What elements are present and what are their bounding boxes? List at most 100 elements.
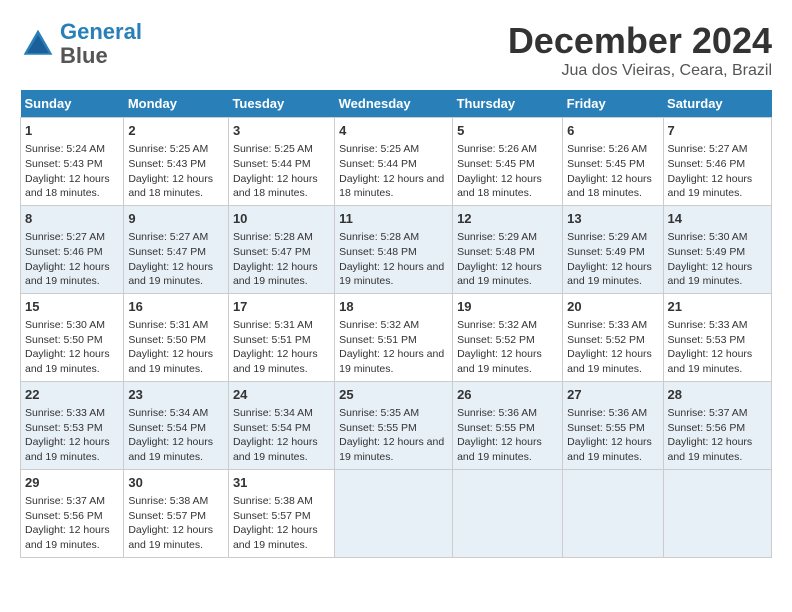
header: General Blue December 2024 Jua dos Vieir… <box>20 20 772 80</box>
sunrise-label: Sunrise: 5:31 AM <box>233 319 313 331</box>
day-number: 25 <box>339 386 448 404</box>
day-number: 23 <box>128 386 224 404</box>
calendar-cell: 29Sunrise: 5:37 AMSunset: 5:56 PMDayligh… <box>21 469 124 557</box>
day-number: 29 <box>25 474 119 492</box>
calendar-cell: 14Sunrise: 5:30 AMSunset: 5:49 PMDayligh… <box>663 205 771 293</box>
daylight-label: Daylight: 12 hours and 19 minutes. <box>128 261 213 288</box>
day-number: 24 <box>233 386 330 404</box>
sunset-label: Sunset: 5:54 PM <box>128 422 206 434</box>
day-number: 18 <box>339 298 448 316</box>
header-cell-sunday: Sunday <box>21 90 124 118</box>
header-cell-friday: Friday <box>563 90 663 118</box>
sunrise-label: Sunrise: 5:35 AM <box>339 407 419 419</box>
daylight-label: Daylight: 12 hours and 19 minutes. <box>567 261 652 288</box>
daylight-label: Daylight: 12 hours and 19 minutes. <box>339 348 444 375</box>
daylight-label: Daylight: 12 hours and 18 minutes. <box>25 173 110 200</box>
calendar-cell: 11Sunrise: 5:28 AMSunset: 5:48 PMDayligh… <box>335 205 453 293</box>
week-row-4: 22Sunrise: 5:33 AMSunset: 5:53 PMDayligh… <box>21 381 772 469</box>
daylight-label: Daylight: 12 hours and 19 minutes. <box>457 436 542 463</box>
header-cell-monday: Monday <box>124 90 229 118</box>
sunset-label: Sunset: 5:56 PM <box>668 422 746 434</box>
day-number: 20 <box>567 298 658 316</box>
calendar-cell: 6Sunrise: 5:26 AMSunset: 5:45 PMDaylight… <box>563 118 663 206</box>
calendar-cell: 3Sunrise: 5:25 AMSunset: 5:44 PMDaylight… <box>228 118 334 206</box>
day-number: 10 <box>233 210 330 228</box>
sunrise-label: Sunrise: 5:33 AM <box>567 319 647 331</box>
daylight-label: Daylight: 12 hours and 18 minutes. <box>128 173 213 200</box>
calendar-cell: 13Sunrise: 5:29 AMSunset: 5:49 PMDayligh… <box>563 205 663 293</box>
sunset-label: Sunset: 5:49 PM <box>567 246 645 258</box>
sunset-label: Sunset: 5:45 PM <box>457 158 535 170</box>
daylight-label: Daylight: 12 hours and 19 minutes. <box>668 261 753 288</box>
logo-icon <box>20 26 56 62</box>
daylight-label: Daylight: 12 hours and 19 minutes. <box>25 261 110 288</box>
week-row-5: 29Sunrise: 5:37 AMSunset: 5:56 PMDayligh… <box>21 469 772 557</box>
sunrise-label: Sunrise: 5:36 AM <box>457 407 537 419</box>
calendar-cell: 15Sunrise: 5:30 AMSunset: 5:50 PMDayligh… <box>21 293 124 381</box>
calendar-cell: 7Sunrise: 5:27 AMSunset: 5:46 PMDaylight… <box>663 118 771 206</box>
calendar-cell: 26Sunrise: 5:36 AMSunset: 5:55 PMDayligh… <box>453 381 563 469</box>
sunrise-label: Sunrise: 5:25 AM <box>128 143 208 155</box>
sunset-label: Sunset: 5:43 PM <box>128 158 206 170</box>
sunset-label: Sunset: 5:47 PM <box>128 246 206 258</box>
calendar-cell: 28Sunrise: 5:37 AMSunset: 5:56 PMDayligh… <box>663 381 771 469</box>
sunset-label: Sunset: 5:43 PM <box>25 158 103 170</box>
daylight-label: Daylight: 12 hours and 19 minutes. <box>668 436 753 463</box>
day-number: 11 <box>339 210 448 228</box>
sunrise-label: Sunrise: 5:25 AM <box>233 143 313 155</box>
sunset-label: Sunset: 5:55 PM <box>339 422 417 434</box>
sunset-label: Sunset: 5:50 PM <box>25 334 103 346</box>
subtitle: Jua dos Vieiras, Ceara, Brazil <box>508 62 772 80</box>
header-cell-saturday: Saturday <box>663 90 771 118</box>
title-area: December 2024 Jua dos Vieiras, Ceara, Br… <box>508 20 772 80</box>
calendar-cell <box>335 469 453 557</box>
header-row: SundayMondayTuesdayWednesdayThursdayFrid… <box>21 90 772 118</box>
sunrise-label: Sunrise: 5:27 AM <box>128 231 208 243</box>
day-number: 30 <box>128 474 224 492</box>
sunrise-label: Sunrise: 5:29 AM <box>457 231 537 243</box>
logo: General Blue <box>20 20 142 68</box>
daylight-label: Daylight: 12 hours and 19 minutes. <box>668 173 753 200</box>
daylight-label: Daylight: 12 hours and 19 minutes. <box>233 261 318 288</box>
daylight-label: Daylight: 12 hours and 19 minutes. <box>457 261 542 288</box>
sunset-label: Sunset: 5:46 PM <box>668 158 746 170</box>
calendar-cell: 19Sunrise: 5:32 AMSunset: 5:52 PMDayligh… <box>453 293 563 381</box>
daylight-label: Daylight: 12 hours and 18 minutes. <box>457 173 542 200</box>
day-number: 27 <box>567 386 658 404</box>
day-number: 16 <box>128 298 224 316</box>
sunset-label: Sunset: 5:49 PM <box>668 246 746 258</box>
sunrise-label: Sunrise: 5:26 AM <box>457 143 537 155</box>
week-row-1: 1Sunrise: 5:24 AMSunset: 5:43 PMDaylight… <box>21 118 772 206</box>
calendar-cell: 20Sunrise: 5:33 AMSunset: 5:52 PMDayligh… <box>563 293 663 381</box>
daylight-label: Daylight: 12 hours and 19 minutes. <box>668 348 753 375</box>
logo-text: General Blue <box>60 20 142 68</box>
day-number: 14 <box>668 210 767 228</box>
sunrise-label: Sunrise: 5:34 AM <box>233 407 313 419</box>
week-row-3: 15Sunrise: 5:30 AMSunset: 5:50 PMDayligh… <box>21 293 772 381</box>
day-number: 7 <box>668 122 767 140</box>
day-number: 6 <box>567 122 658 140</box>
sunset-label: Sunset: 5:50 PM <box>128 334 206 346</box>
calendar-cell: 23Sunrise: 5:34 AMSunset: 5:54 PMDayligh… <box>124 381 229 469</box>
calendar-cell: 25Sunrise: 5:35 AMSunset: 5:55 PMDayligh… <box>335 381 453 469</box>
daylight-label: Daylight: 12 hours and 19 minutes. <box>128 436 213 463</box>
calendar-cell <box>663 469 771 557</box>
sunrise-label: Sunrise: 5:33 AM <box>25 407 105 419</box>
sunrise-label: Sunrise: 5:38 AM <box>128 495 208 507</box>
sunset-label: Sunset: 5:55 PM <box>567 422 645 434</box>
day-number: 22 <box>25 386 119 404</box>
header-cell-thursday: Thursday <box>453 90 563 118</box>
daylight-label: Daylight: 12 hours and 18 minutes. <box>339 173 444 200</box>
sunset-label: Sunset: 5:54 PM <box>233 422 311 434</box>
sunrise-label: Sunrise: 5:24 AM <box>25 143 105 155</box>
sunset-label: Sunset: 5:51 PM <box>233 334 311 346</box>
sunrise-label: Sunrise: 5:37 AM <box>668 407 748 419</box>
sunrise-label: Sunrise: 5:32 AM <box>457 319 537 331</box>
day-number: 8 <box>25 210 119 228</box>
day-number: 15 <box>25 298 119 316</box>
sunset-label: Sunset: 5:51 PM <box>339 334 417 346</box>
day-number: 21 <box>668 298 767 316</box>
day-number: 19 <box>457 298 558 316</box>
daylight-label: Daylight: 12 hours and 19 minutes. <box>457 348 542 375</box>
sunrise-label: Sunrise: 5:26 AM <box>567 143 647 155</box>
